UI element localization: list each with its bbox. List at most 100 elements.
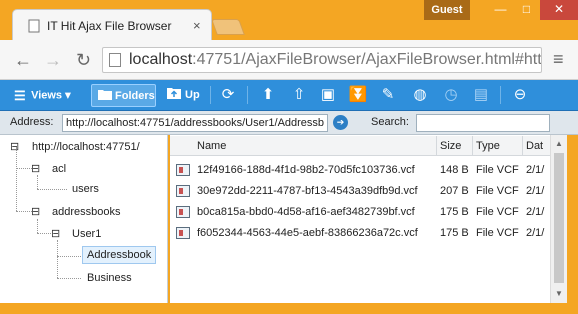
page-icon — [28, 19, 40, 33]
toolbar-separator — [210, 86, 211, 104]
download-icon[interactable]: ⏬ — [348, 85, 368, 105]
vcard-icon — [176, 227, 190, 239]
url-text[interactable]: localhost:47751/AjaxFileBrowser/AjaxFile… — [129, 51, 542, 69]
browser-toolbar: ← → ↻ localhost:47751/AjaxFileBrowser/Aj… — [0, 40, 578, 80]
close-window-icon[interactable]: ✕ — [540, 0, 578, 20]
tree-connector — [57, 256, 81, 257]
address-input[interactable]: http://localhost:47751/addressbooks/User… — [62, 114, 328, 132]
file-list: Name Size Type Dat 12f49166-188d-4f1d-98… — [170, 135, 550, 303]
column-header-type[interactable]: Type — [476, 140, 500, 152]
delete-icon[interactable]: ⊖ — [510, 85, 530, 105]
column-header-size[interactable]: Size — [440, 140, 461, 152]
folders-button[interactable]: Folders — [91, 84, 156, 107]
collapse-icon[interactable]: ⊟ — [51, 227, 60, 240]
file-name: b0ca815a-bbd0-4d58-af16-aef3482739bf.vcf — [197, 206, 415, 218]
collapse-icon[interactable]: ⊟ — [31, 205, 40, 218]
reload-icon[interactable]: ↻ — [76, 50, 91, 71]
back-icon[interactable]: ← — [14, 50, 32, 71]
up-button[interactable]: Up — [167, 84, 200, 107]
file-type: File VCF — [476, 227, 519, 239]
address-label: Address: — [10, 116, 54, 128]
file-type: File VCF — [476, 206, 519, 218]
minimize-icon[interactable]: — — [487, 0, 514, 20]
browser-tab[interactable]: IT Hit Ajax File Browser × — [12, 9, 212, 41]
tree-item-user1[interactable]: User1 — [72, 228, 101, 240]
forward-icon[interactable]: → — [44, 50, 62, 71]
up-label: Up — [185, 89, 200, 101]
history-icon[interactable]: ◷ — [441, 85, 461, 105]
table-row[interactable]: 12f49166-188d-4f1d-98b2-70d5fc103736.vcf… — [170, 159, 550, 180]
file-name: 30e972dd-2211-4787-bf13-4543a39dfb9d.vcf — [197, 185, 418, 197]
file-date: 2/1/ — [526, 206, 545, 218]
maximize-icon[interactable]: □ — [513, 0, 540, 20]
column-header-date[interactable]: Dat — [526, 140, 543, 152]
vertical-scrollbar[interactable]: ▲ ▼ — [550, 135, 567, 303]
table-row[interactable]: 30e972dd-2211-4787-bf13-4543a39dfb9d.vcf… — [170, 180, 550, 201]
url-bar[interactable]: localhost:47751/AjaxFileBrowser/AjaxFile… — [102, 47, 542, 73]
views-label: Views — [31, 89, 63, 102]
views-button[interactable]: ☰ Views ▾ — [14, 84, 71, 107]
vcard-icon — [176, 185, 190, 197]
toolbar-separator — [500, 86, 501, 104]
url-host: localhost — [129, 51, 193, 68]
refresh-icon[interactable]: ⟳ — [218, 85, 238, 105]
table-row[interactable]: b0ca815a-bbd0-4d58-af16-aef3482739bf.vcf… — [170, 201, 550, 222]
address-row: Address: http://localhost:47751/addressb… — [0, 111, 578, 135]
folders-label: Folders — [115, 90, 155, 102]
tree-item-root[interactable]: http://localhost:47751/ — [32, 141, 140, 153]
collapse-icon[interactable]: ⊟ — [10, 140, 19, 153]
go-arrow-icon[interactable]: ➔ — [333, 115, 348, 130]
scroll-down-icon[interactable]: ▼ — [555, 289, 563, 298]
tree-connector — [37, 233, 51, 234]
page-icon — [109, 53, 121, 67]
file-size: 148 B — [440, 164, 469, 176]
tree-item-acl[interactable]: acl — [52, 163, 66, 175]
tree-connector — [37, 189, 67, 190]
collapse-icon[interactable]: ⊟ — [31, 162, 40, 175]
url-path: :47751/AjaxFileBrowser/AjaxFileBrowser.h… — [192, 51, 542, 68]
menu-icon[interactable]: ≡ — [553, 49, 564, 70]
tree-item-addressbooks[interactable]: addressbooks — [52, 206, 121, 218]
tree-connector — [37, 219, 38, 233]
file-date: 2/1/ — [526, 227, 545, 239]
app-toolbar: ☰ Views ▾ Folders Up ⟳ ⬆ ⇧ ▣ ⏬ ✎ ◍ ◷ ▤ ⊖ — [0, 80, 578, 111]
file-size: 207 B — [440, 185, 469, 197]
column-divider[interactable] — [436, 136, 437, 156]
globe-icon[interactable]: ◍ — [410, 85, 430, 105]
new-folder-icon[interactable]: ▣ — [318, 85, 338, 105]
file-date: 2/1/ — [526, 185, 545, 197]
upload-icon[interactable]: ⬆ — [258, 85, 278, 105]
tree-connector — [57, 278, 81, 279]
file-name: f6052344-4563-44e5-aebf-83866236a72c.vcf — [197, 227, 418, 239]
profile-badge[interactable]: Guest — [424, 0, 470, 20]
upload-cloud-icon[interactable]: ⇧ — [289, 85, 309, 105]
folder-up-icon — [167, 88, 181, 99]
file-name: 12f49166-188d-4f1d-98b2-70d5fc103736.vcf — [197, 164, 415, 176]
scroll-up-icon[interactable]: ▲ — [555, 139, 563, 148]
properties-icon[interactable]: ▤ — [471, 85, 491, 105]
vcard-icon — [176, 164, 190, 176]
search-input[interactable] — [416, 114, 550, 132]
column-divider[interactable] — [472, 136, 473, 156]
scroll-thumb[interactable] — [554, 153, 564, 283]
tree-item-users[interactable]: users — [72, 183, 99, 195]
file-size: 175 B — [440, 227, 469, 239]
column-header-name[interactable]: Name — [197, 140, 226, 152]
tab-close-icon[interactable]: × — [193, 18, 201, 33]
edit-icon[interactable]: ✎ — [378, 85, 398, 105]
table-row[interactable]: f6052344-4563-44e5-aebf-83866236a72c.vcf… — [170, 222, 550, 243]
tree-item-business[interactable]: Business — [87, 272, 132, 284]
browser-window: IT Hit Ajax File Browser × Guest — □ ✕ ←… — [0, 0, 578, 314]
vcard-icon — [176, 206, 190, 218]
title-bar: IT Hit Ajax File Browser × Guest — □ ✕ — [0, 0, 578, 41]
file-type: File VCF — [476, 164, 519, 176]
tree-item-addressbook[interactable]: Addressbook — [82, 246, 157, 264]
file-date: 2/1/ — [526, 164, 545, 176]
column-divider[interactable] — [522, 136, 523, 156]
tree-connector — [57, 240, 58, 278]
new-tab-button[interactable] — [211, 19, 245, 35]
list-icon: ☰ — [14, 88, 26, 103]
list-header: Name Size Type Dat — [170, 136, 550, 156]
folder-tree: ⊟ http://localhost:47751/ ⊟ acl users ⊟ … — [0, 135, 168, 303]
file-size: 175 B — [440, 206, 469, 218]
